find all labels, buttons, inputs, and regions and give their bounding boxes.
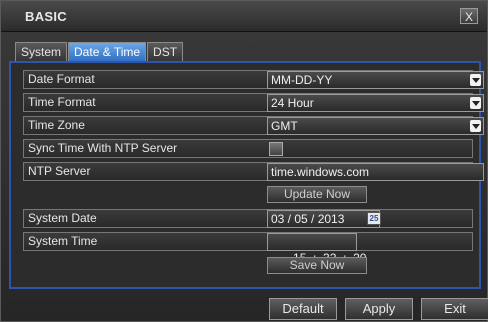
- system-time-input[interactable]: 15 : 32 : 20: [267, 233, 366, 265]
- tab-date-time[interactable]: Date & Time: [68, 42, 147, 62]
- chevron-down-icon[interactable]: [470, 97, 481, 109]
- system-time-row: System Time: [23, 232, 473, 251]
- system-date-label: System Date: [28, 211, 97, 225]
- settings-panel: Date Format MM-DD-YY Time Format 24 Hour…: [9, 61, 484, 289]
- date-format-select[interactable]: MM-DD-YY: [267, 71, 484, 89]
- ntp-server-input[interactable]: time.windows.com: [267, 163, 484, 181]
- title-bar: BASIC X: [1, 1, 487, 32]
- calendar-icon[interactable]: 25: [367, 212, 381, 225]
- ntp-sync-label: Sync Time With NTP Server: [28, 141, 178, 155]
- system-date-input[interactable]: 03 / 05 / 2013: [267, 210, 380, 228]
- ntp-sync-row: Sync Time With NTP Server: [23, 139, 473, 158]
- tab-dst[interactable]: DST: [147, 42, 184, 62]
- tab-bar: System Date & Time DST: [15, 42, 184, 62]
- chevron-down-icon[interactable]: [470, 74, 481, 86]
- date-format-value: MM-DD-YY: [271, 73, 333, 87]
- save-now-button[interactable]: Save Now: [267, 257, 367, 274]
- ntp-sync-checkbox[interactable]: [269, 142, 283, 156]
- default-button[interactable]: Default: [269, 298, 337, 320]
- window-title: BASIC: [25, 9, 67, 24]
- apply-button[interactable]: Apply: [345, 298, 413, 320]
- time-format-value: 24 Hour: [271, 96, 314, 110]
- basic-settings-window: BASIC X System Date & Time DST Date Form…: [0, 0, 488, 322]
- update-now-button[interactable]: Update Now: [267, 186, 367, 203]
- exit-button[interactable]: Exit: [421, 298, 488, 320]
- time-zone-label: Time Zone: [28, 118, 85, 132]
- ntp-server-label: NTP Server: [28, 164, 91, 178]
- date-format-label: Date Format: [28, 72, 95, 86]
- tab-system[interactable]: System: [15, 42, 68, 62]
- system-date-row: System Date: [23, 209, 473, 228]
- chevron-down-icon[interactable]: [470, 120, 481, 132]
- time-format-select[interactable]: 24 Hour: [267, 94, 484, 112]
- close-button[interactable]: X: [460, 8, 478, 24]
- system-time-label: System Time: [28, 234, 98, 248]
- time-zone-value: GMT: [271, 119, 298, 133]
- time-format-label: Time Format: [28, 95, 96, 109]
- time-zone-select[interactable]: GMT: [267, 117, 484, 135]
